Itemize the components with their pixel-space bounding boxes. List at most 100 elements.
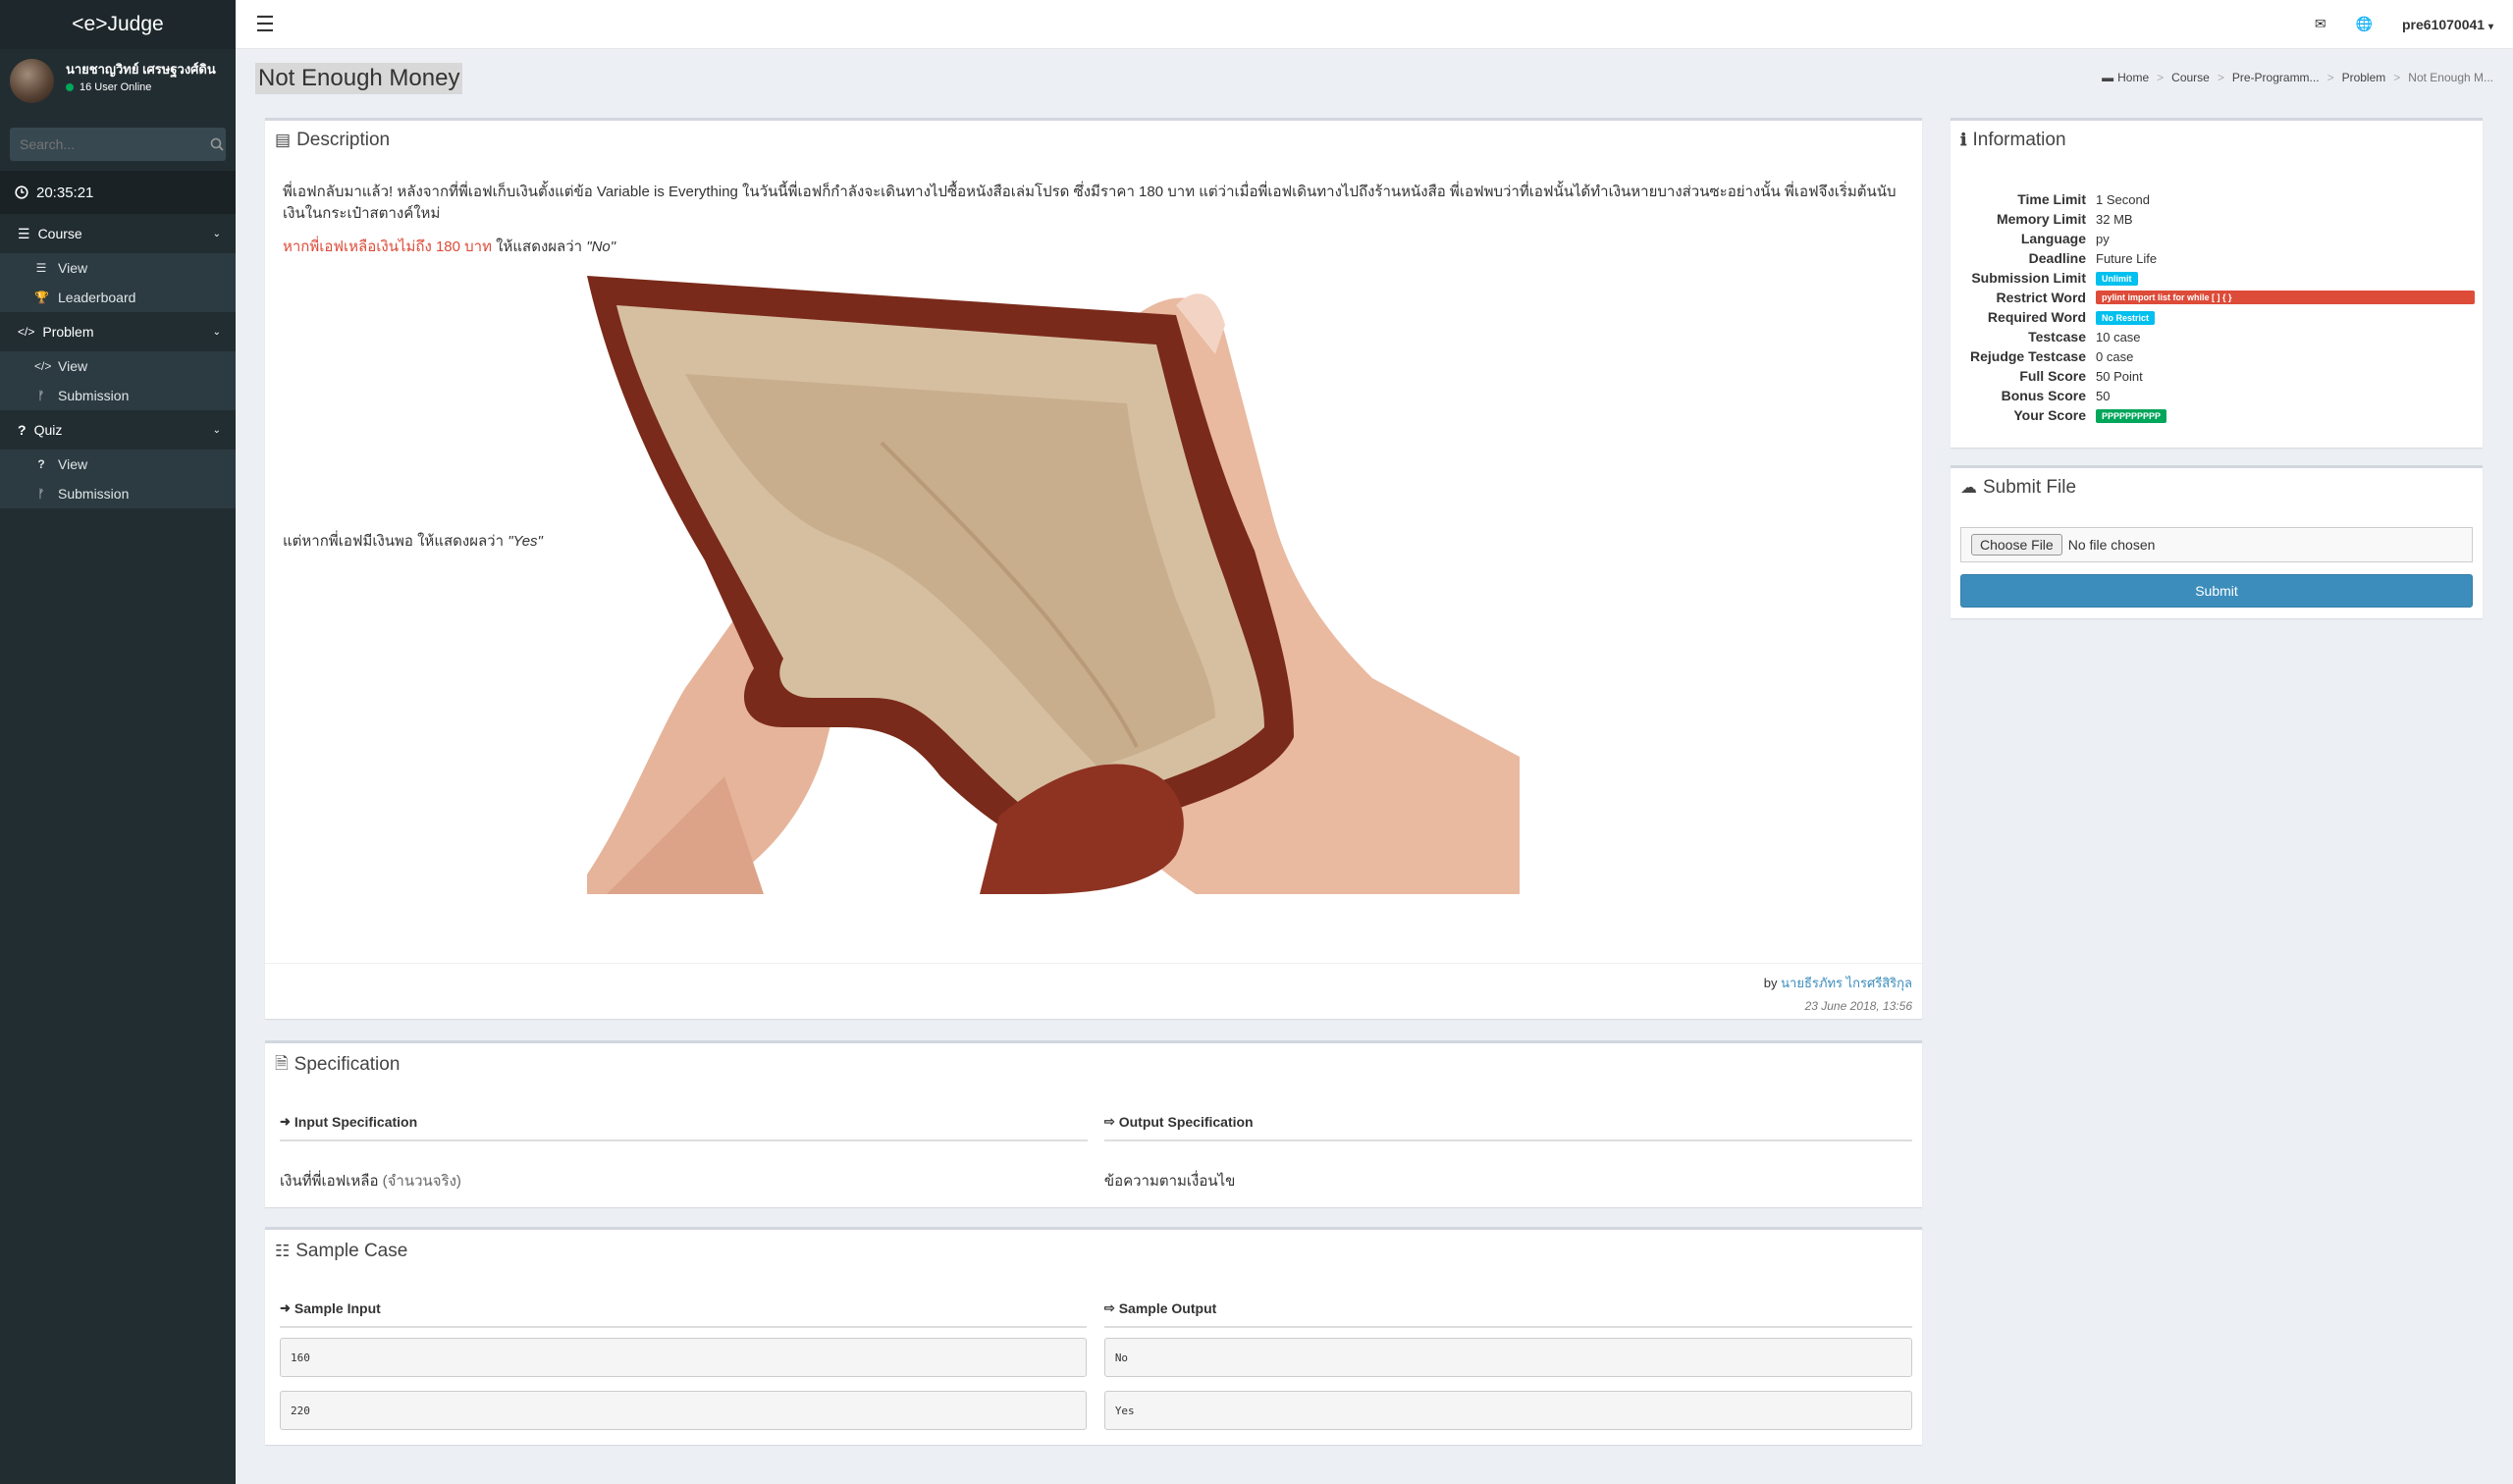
info-value: 50 Point — [2096, 368, 2143, 384]
info-row-rejudge-testcase: Rejudge Testcase 0 case — [1958, 346, 2475, 366]
sidebar-item-quiz[interactable]: ? Quiz ⌄ — [0, 410, 236, 450]
heading-label: Sample Input — [294, 1300, 381, 1316]
search-input[interactable] — [10, 128, 207, 161]
no-value: "No" — [586, 238, 616, 255]
sidebar-item-quiz-view[interactable]: ? View — [0, 450, 236, 479]
course-list-icon: ☰ — [18, 225, 30, 241]
no-condition: หากพี่เอฟเหลือเงินไม่ถึง 180 บาท ให้แสดง… — [283, 237, 1904, 258]
empty-wallet-image — [587, 266, 1520, 894]
sample-output-box: Yes — [1103, 1391, 1912, 1430]
input-spec-text: เงินที่พี่เอฟเหลือ — [280, 1173, 379, 1190]
sign-in-icon: ➜ — [280, 1114, 291, 1129]
specification-header: 🗎 Specification — [265, 1043, 1922, 1086]
online-count: 16 User Online — [80, 81, 152, 93]
status-badge: Unlimit — [2096, 272, 2138, 286]
clock-time: 20:35:21 — [36, 184, 94, 201]
trophy-icon: 🏆 — [34, 291, 49, 304]
heading-label: Sample Output — [1118, 1300, 1217, 1316]
info-key: Time Limit — [2017, 191, 2086, 207]
no-condition-text: ให้แสดงผลว่า — [492, 238, 587, 255]
user-name: นายชาญวิทย์ เศรษฐวงศ์ดิน — [66, 62, 216, 77]
by-label: by — [1763, 976, 1778, 990]
sidebar-item-course-view[interactable]: ☰ View — [0, 253, 236, 283]
yes-value: "Yes" — [508, 533, 543, 550]
question-icon: ? — [18, 422, 27, 438]
info-key: Testcase — [2028, 329, 2086, 344]
breadcrumb-problem[interactable]: Problem — [2342, 71, 2386, 84]
code-icon: </> — [34, 359, 52, 373]
info-key: Memory Limit — [1996, 211, 2086, 227]
heading-label: Input Specification — [294, 1114, 418, 1130]
list-ol-icon: ☷ — [275, 1242, 291, 1260]
info-value: 1 Second — [2096, 191, 2150, 207]
search-icon[interactable] — [207, 128, 226, 161]
sidebar-item-quiz-submission[interactable]: ᚠ Submission — [0, 479, 236, 508]
author-link[interactable]: นายธีรภัทร ไกรศรีสิริกุล — [1781, 976, 1912, 990]
sign-out-icon: ⇨ — [1103, 1300, 1115, 1315]
sidebar-item-problem-submission[interactable]: ᚠ Submission — [0, 381, 236, 410]
author-byline: by นายธีรภัทร ไกรศรีสิริกุล 23 June 2018… — [1764, 973, 1912, 1013]
envelope-icon[interactable]: ✉ — [2315, 16, 2326, 32]
list-icon: ☰ — [35, 261, 47, 275]
description-header: ▤ Description — [265, 121, 1922, 160]
globe-icon[interactable]: 🌐 — [2356, 16, 2373, 32]
content-header: Not Enough Money ▬ Home > Course > Pre-Pro… — [236, 49, 2513, 108]
info-row-restrict-word: Restrict Word pylint import list for whil… — [1958, 288, 2475, 307]
sidebar-item-leaderboard[interactable]: 🏆 Leaderboard — [0, 283, 236, 312]
information-table: Time Limit 1 Second Memory Limit 32 MB Lan… — [1951, 160, 2483, 425]
sidebar-item-course[interactable]: ☰ Course ⌄ — [0, 214, 236, 253]
user-menu[interactable]: pre61070041 ▾ — [2402, 17, 2493, 32]
score-badge: PPPPPPPPPP — [2096, 409, 2167, 423]
sample-output-box: No — [1103, 1338, 1912, 1377]
description-paragraph: พี่เอฟกลับมาแล้ว! หลังจากที่พี่เอฟเก็บเง… — [283, 184, 1897, 222]
info-value: py — [2096, 231, 2110, 246]
sidebar-item-label: Submission — [58, 486, 130, 502]
info-value: 0 case — [2096, 348, 2134, 364]
chevron-down-icon: ⌄ — [212, 326, 221, 338]
sidebar-item-label: Problem — [42, 324, 94, 340]
heading-label: Output Specification — [1118, 1114, 1254, 1130]
info-row-bonus-score: Bonus Score 50 — [1958, 386, 2475, 405]
brand-logo[interactable]: <e>Judge — [0, 0, 236, 49]
choose-file-button[interactable]: Choose File — [1971, 534, 2062, 556]
chevron-down-icon: ⌄ — [212, 424, 221, 436]
list-alt-icon: ▤ — [275, 131, 292, 149]
sidebar-item-problem[interactable]: </> Problem ⌄ — [0, 312, 236, 351]
sidebar-item-label: Course — [37, 226, 82, 241]
info-key: Your Score — [2013, 407, 2086, 423]
course-submenu: ☰ View 🏆 Leaderboard — [0, 253, 236, 312]
sidebar-item-label: Submission — [58, 388, 130, 403]
submit-button[interactable]: Submit — [1960, 574, 2473, 608]
info-row-testcase: Testcase 10 case — [1958, 327, 2475, 346]
sample-input-box: 160 — [280, 1338, 1087, 1377]
breadcrumb-home[interactable]: Home — [2117, 71, 2149, 84]
sidebar-item-label: View — [58, 456, 88, 472]
file-input[interactable]: Choose File No file chosen — [1960, 527, 2473, 562]
box-title: Information — [1972, 130, 2066, 150]
info-key: Bonus Score — [2001, 388, 2086, 403]
box-title: Description — [296, 130, 391, 150]
output-spec-value: ข้อความตามเงื่อนไข — [1103, 1173, 1236, 1190]
page-title: Not Enough Money — [255, 63, 463, 94]
sidebar-item-problem-view[interactable]: </> View — [0, 351, 236, 381]
info-value: Future Life — [2096, 250, 2158, 266]
sign-in-icon: ➜ — [280, 1300, 291, 1315]
file-text-icon: 🗎 — [275, 1053, 289, 1073]
sidebar-item-label: View — [58, 260, 88, 276]
menu-toggle-icon[interactable]: ☰ — [236, 12, 294, 37]
info-key: Submission Limit — [1971, 270, 2086, 286]
info-value: 50 — [2096, 388, 2111, 403]
info-key: Rejudge Testcase — [1969, 348, 2086, 364]
yes-condition: แต่หากพี่เอฟมีเงินพอ ให้แสดงผลว่า "Yes" — [283, 531, 543, 553]
problem-submenu: </> View ᚠ Submission — [0, 351, 236, 410]
no-condition-highlight: หากพี่เอฟเหลือเงินไม่ถึง 180 บาท — [283, 238, 492, 255]
submit-file-box: ☁ Submit File Choose File No file chosen… — [1951, 465, 2483, 618]
input-spec-value: เงินที่พี่เอฟเหลือ (จำนวนจริง) — [280, 1169, 1088, 1192]
breadcrumb-pre-programming[interactable]: Pre-Programm... — [2232, 71, 2320, 84]
online-status: 16 User Online — [66, 81, 233, 93]
info-row-time-limit: Time Limit 1 Second — [1958, 189, 2475, 209]
breadcrumb-course[interactable]: Course — [2171, 71, 2210, 84]
sidebar: <e>Judge นายชาญวิทย์ เศรษฐวงศ์ดิน 16 Use… — [0, 0, 236, 1484]
online-dot-icon — [66, 83, 74, 91]
sidebar-search — [10, 128, 226, 161]
